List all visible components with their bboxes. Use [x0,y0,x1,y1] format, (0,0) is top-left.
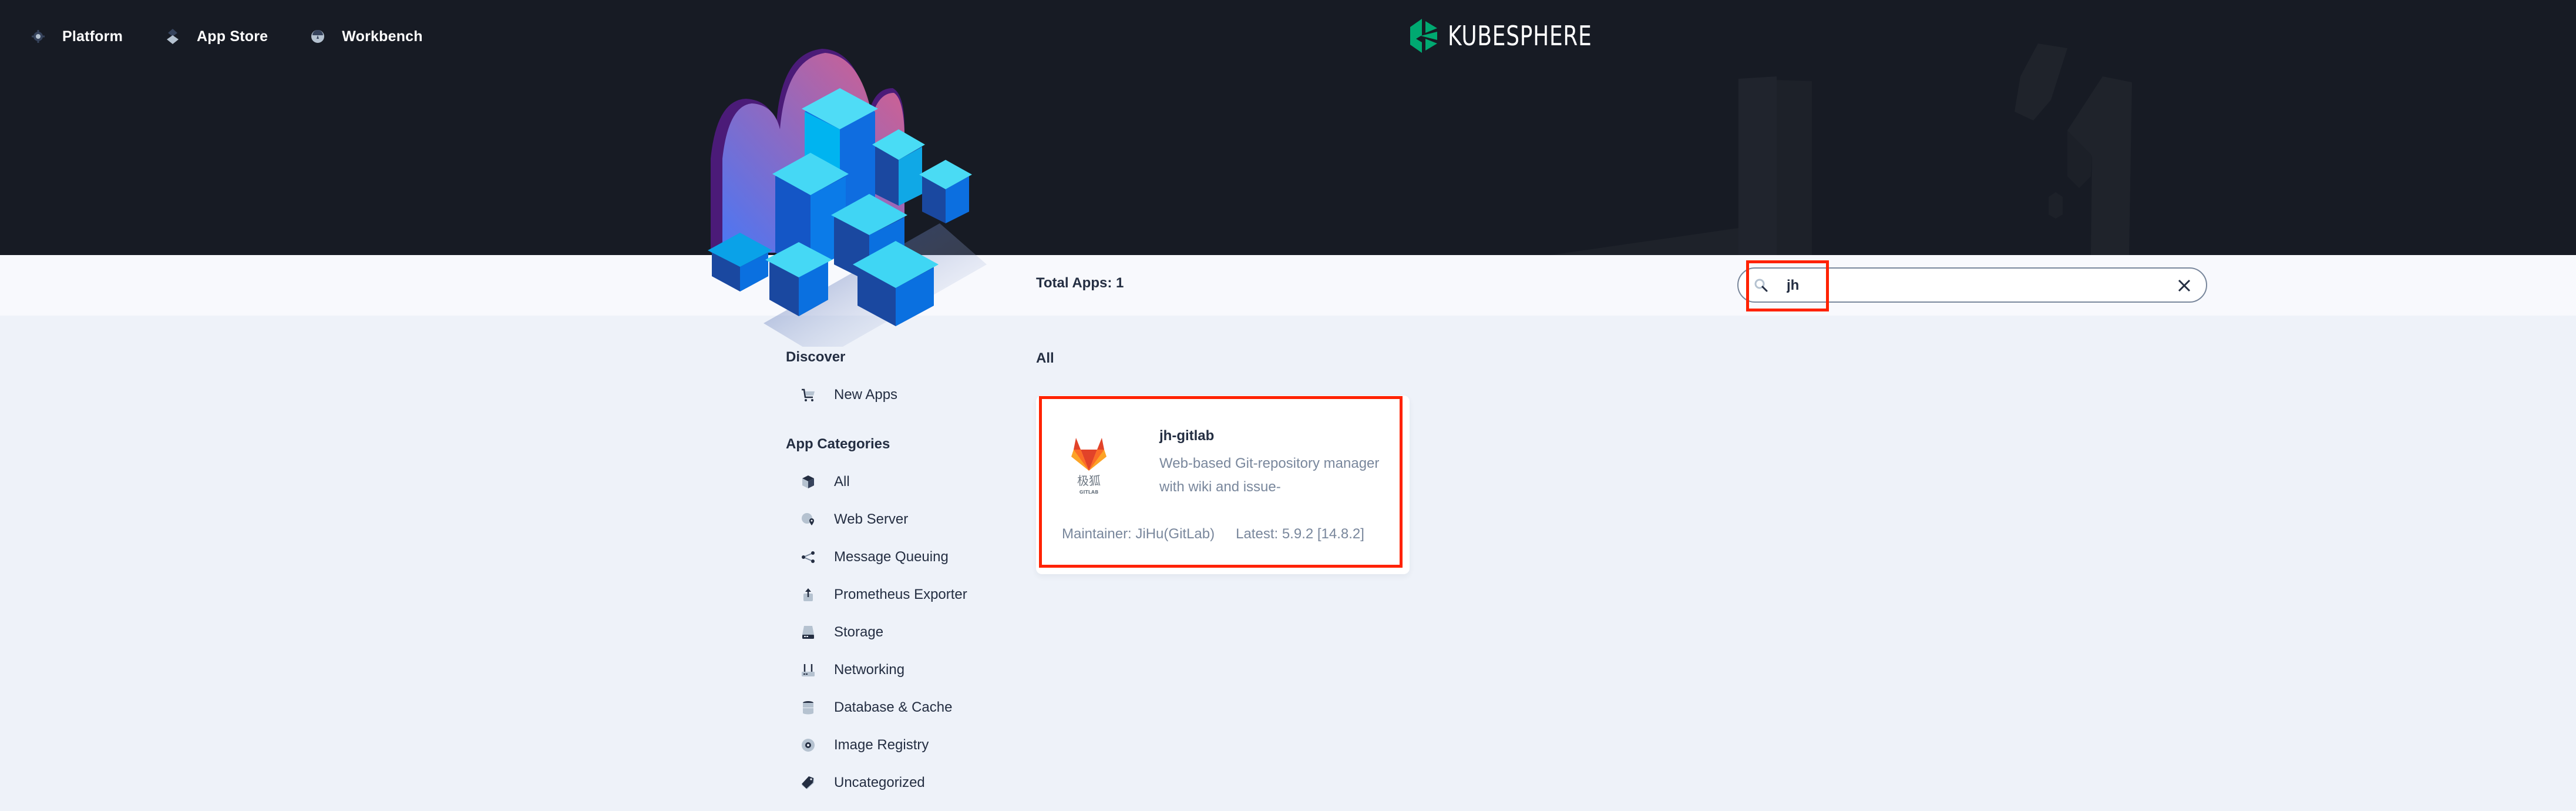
sidebar-item-networking[interactable]: Networking [786,651,1009,689]
sidebar-item-all[interactable]: All [786,463,1009,501]
sidebar-item-prometheus-exporter[interactable]: Prometheus Exporter [786,576,1009,614]
tag-icon [801,776,815,790]
database-icon [801,701,815,715]
app-maintainer: Maintainer: JiHu(GitLab) [1062,526,1215,542]
sidebar-item-label: Storage [834,624,884,640]
sidebar-item-uncategorized[interactable]: Uncategorized [786,764,1009,802]
search-highlight-box [1746,260,1829,311]
globe-pin-icon [801,512,815,527]
search-input[interactable] [1785,274,2140,297]
cube-icon [801,475,815,489]
cart-icon [801,388,815,402]
discover-title: Discover [786,349,846,365]
logo-cn-text: 极狐 [1077,474,1101,488]
sidebar-item-label: Database & Cache [834,699,953,715]
total-apps-count: Total Apps: 1 [1036,275,1124,291]
app-categories-title: App Categories [786,436,890,452]
layers-icon [165,29,180,44]
sidebar-item-web-server[interactable]: Web Server [786,501,1009,538]
app-card[interactable]: 极狐 GITLAB jh-gitlab Web-based Git-reposi… [1036,396,1410,574]
app-name: jh-gitlab [1159,428,1215,444]
app-meta: Maintainer: JiHu(GitLab) Latest: 5.9.2 [… [1062,526,1364,542]
nav-platform[interactable]: Platform [31,28,123,45]
brand-name: KUBESPHERE [1448,20,1592,52]
disc-icon [801,738,815,752]
share-nodes-icon [801,550,815,564]
router-icon [801,663,815,677]
nav-platform-label: Platform [62,28,123,45]
sidebar-item-message-queuing[interactable]: Message Queuing [786,538,1009,576]
app-latest-version: Latest: 5.9.2 [14.8.2] [1236,526,1364,542]
sidebar-item-label: New Apps [834,387,898,403]
top-header: Platform App Store Workbench KUBESPHERE [0,0,2576,255]
sidebar: Discover New Apps App Categories All Web… [786,347,1009,802]
nav-app-store[interactable]: App Store [165,28,268,45]
content-title: All [1036,350,1054,366]
gear-icon [31,29,46,44]
sidebar-item-label: Web Server [834,511,909,527]
nav-app-store-label: App Store [197,28,268,45]
export-icon [801,588,815,602]
sidebar-item-new-apps[interactable]: New Apps [786,376,1009,414]
kubesphere-logo[interactable]: KUBESPHERE [1408,19,1633,53]
sidebar-item-storage[interactable]: Storage [786,614,1009,651]
dashboard-icon [310,29,325,44]
sidebar-item-database-cache[interactable]: Database & Cache [786,689,1009,726]
close-icon[interactable] [2177,278,2192,293]
sidebar-item-image-registry[interactable]: Image Registry [786,726,1009,764]
sidebar-item-label: Image Registry [834,737,929,753]
sidebar-item-label: Prometheus Exporter [834,587,967,602]
sidebar-item-label: Message Queuing [834,549,949,565]
kubesphere-logo-icon [1410,19,1437,53]
sidebar-item-label: All [834,474,850,490]
sidebar-item-label: Uncategorized [834,775,925,790]
sidebar-item-label: Networking [834,662,905,678]
hard-drive-icon [801,625,815,639]
nav-workbench[interactable]: Workbench [310,28,423,45]
top-nav: Platform App Store Workbench [31,24,465,49]
gitlab-logo-icon: 极狐 GITLAB [1071,438,1107,495]
app-description: Web-based Git-repository manager with wi… [1159,455,1380,495]
logo-en-text: GITLAB [1080,490,1098,495]
nav-workbench-label: Workbench [342,28,423,45]
